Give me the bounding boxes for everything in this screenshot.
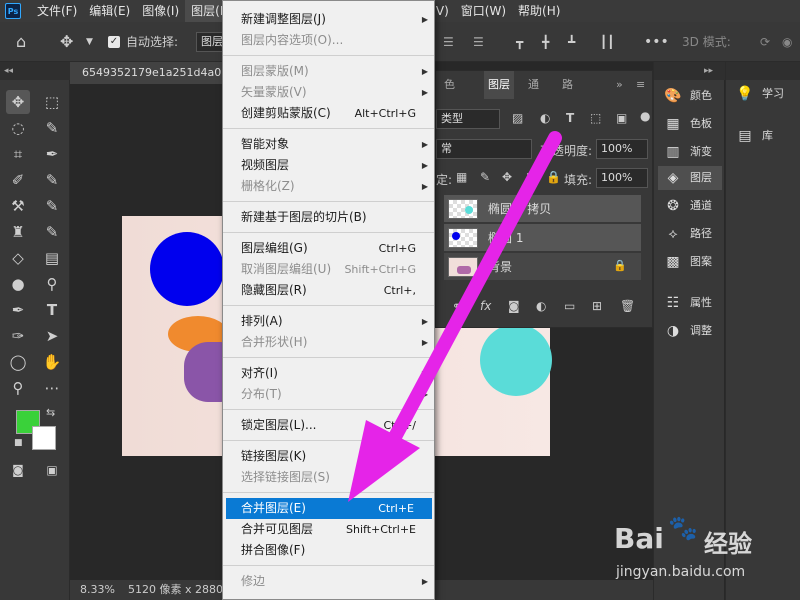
paw-icon: 🐾 bbox=[668, 514, 698, 542]
annotation-arrow bbox=[348, 131, 562, 502]
watermark-brand-cn: 经验 bbox=[704, 530, 752, 558]
baidu-watermark: Bai 🐾 经验 jingyan.baidu.com bbox=[600, 512, 800, 600]
watermark-brand: Bai bbox=[614, 522, 664, 555]
watermark-url: jingyan.baidu.com bbox=[616, 564, 746, 580]
arrow-shaft bbox=[381, 131, 562, 457]
arrow-head bbox=[348, 420, 420, 502]
